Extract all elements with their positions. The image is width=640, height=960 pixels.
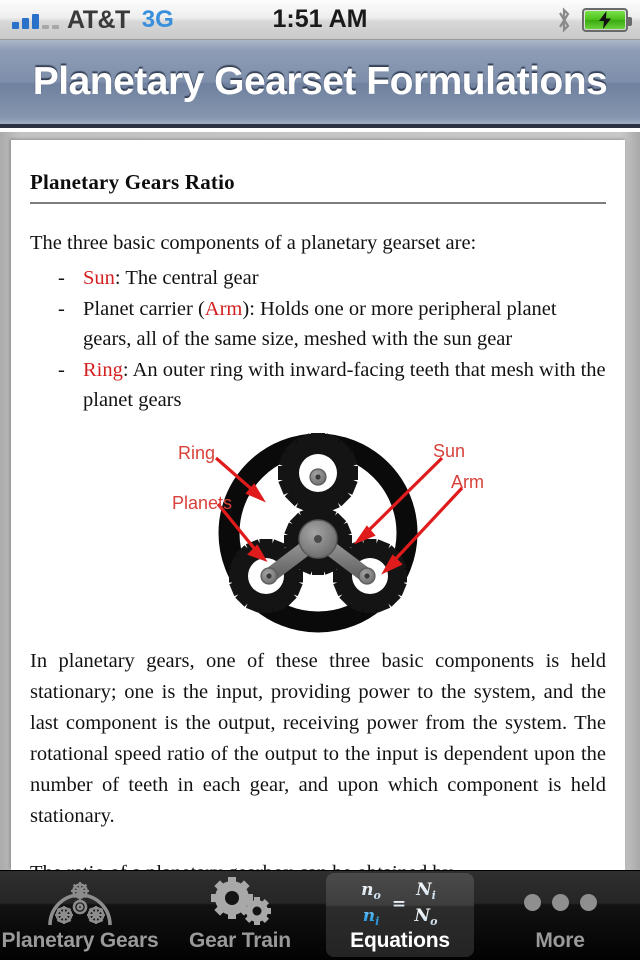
tab-more[interactable]: More (480, 871, 640, 960)
battery-charging-icon (582, 7, 632, 32)
tab-equations[interactable]: no ni = Ni No Equations (320, 871, 480, 960)
bullet-dash: - (58, 267, 65, 289)
equations-formula-icon: no ni = Ni No (320, 876, 480, 928)
clock-label: 1:51 AM (272, 5, 368, 33)
more-dots-icon (480, 876, 640, 928)
bullet-dash: - (58, 359, 65, 381)
bullet-dash: - (58, 298, 65, 320)
gearset-illustration (214, 433, 464, 633)
tab-label: Planetary Gears (1, 929, 159, 952)
diagram-label-arm: Arm (451, 472, 484, 492)
tab-label: Gear Train (189, 929, 291, 952)
keyword-arm: Arm (204, 298, 243, 320)
explanation-paragraph: In planetary gears, one of these three b… (30, 650, 606, 827)
status-bar-right (556, 6, 632, 33)
document-card[interactable]: Planetary Gears Ratio The three basic co… (11, 140, 625, 870)
components-list: - Sun: The central gear - Planet carrier (… (30, 263, 606, 415)
keyword-ring: Ring (83, 359, 123, 381)
diagram-label-sun: Sun (433, 441, 466, 461)
status-bar: AT&T 3G 1:51 AM (0, 0, 640, 40)
intro-paragraph: The three basic components of a planetar… (30, 232, 477, 254)
list-item: - Planet carrier (Arm): Holds one or more… (30, 294, 606, 354)
formula-lead-in: The ratio of a planetary gearbox can be … (30, 858, 606, 870)
tab-bar: Planetary Gears Gear Train no ni = Ni No… (0, 870, 640, 960)
tab-gear-train[interactable]: Gear Train (160, 871, 320, 960)
keyword-sun: Sun (83, 267, 115, 289)
svg-text:=: = (392, 894, 406, 914)
planetary-gears-icon (0, 876, 160, 928)
list-item-text: : The central gear (114, 267, 259, 289)
list-item: - Sun: The central gear (30, 263, 606, 293)
tab-label: Equations (350, 929, 450, 952)
list-item: - Ring: An outer ring with inward-facing … (30, 355, 606, 415)
tab-planetary-gears[interactable]: Planetary Gears (0, 871, 160, 960)
list-item-text: : An outer ring with inward-facing teeth… (83, 359, 606, 411)
page-title: Planetary Gearset Formulations (32, 60, 608, 103)
bluetooth-icon (559, 6, 570, 33)
section-heading: Planetary Gears Ratio (30, 170, 235, 194)
list-item-prefix: Planet carrier ( (83, 298, 205, 320)
tab-label: More (535, 929, 585, 952)
app-screen: AT&T 3G 1:51 AM Planetary Gearset Formul… (0, 0, 640, 960)
gear-train-icon (160, 876, 320, 928)
diagram-label-ring: Ring (178, 443, 216, 463)
diagram-label-planets: Planets (172, 493, 233, 513)
navigation-bar: Planetary Gearset Formulations (0, 40, 640, 128)
planetary-gearset-diagram: Ring Planets Sun Arm (30, 431, 606, 636)
svg-text:ni: ni (363, 906, 380, 928)
svg-text:Ni: Ni (415, 880, 436, 902)
heading-divider (30, 202, 606, 204)
svg-text:No: No (414, 906, 438, 928)
charging-bolt-icon (599, 10, 611, 29)
svg-text:no: no (361, 880, 381, 902)
